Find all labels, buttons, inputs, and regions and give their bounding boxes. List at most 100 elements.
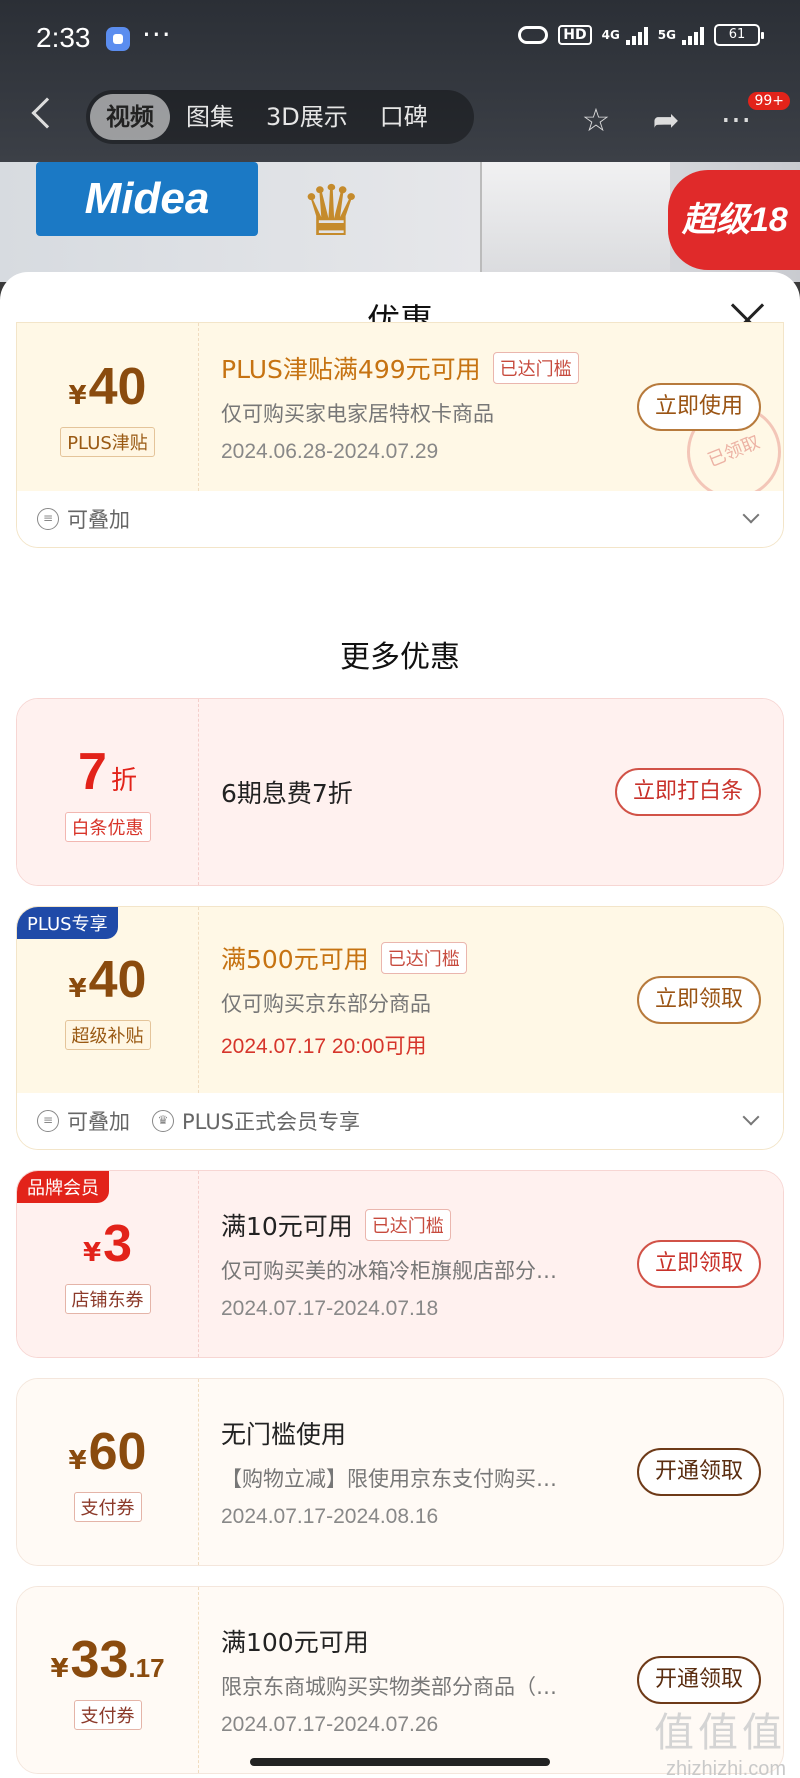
amount-value: 40 xyxy=(88,951,147,1009)
chevron-down-icon[interactable] xyxy=(742,1108,760,1126)
coupon-amount: ¥ 60 xyxy=(69,1422,147,1482)
coupon-sheet: 优惠 ¥ 40 PLUS津贴 PLUS津贴满499元可用 已达门槛 仅可购买家电… xyxy=(0,272,800,1778)
threshold-badge: 已达门槛 xyxy=(492,352,579,384)
currency-symbol: ¥ xyxy=(68,974,87,1004)
fridge-image xyxy=(480,162,670,282)
coupon-title: 无门槛使用 xyxy=(221,1415,783,1451)
coupon-card-payment-60: ¥ 60 支付券 无门槛使用 【购物立减】限使用京东支付购买… 2024.07.… xyxy=(16,1378,784,1566)
hd-icon: HD xyxy=(558,25,592,45)
coupon-title-text: 满100元可用 xyxy=(221,1628,369,1657)
currency-symbol: ¥ xyxy=(68,381,87,411)
coupon-card-plus-exclusive: PLUS专享 ¥ 40 超级补贴 满500元可用 已达门槛 仅可购买京东部分商品… xyxy=(16,906,784,1150)
coupon-desc: 仅可购买家电家居特权卡商品 xyxy=(221,402,494,426)
coupon-amount-area: 7 折 白条优惠 xyxy=(17,699,199,885)
plus-member-text: PLUS正式会员专享 xyxy=(182,1110,361,1134)
media-tabs: 视频 图集 3D展示 口碑 xyxy=(86,90,474,144)
activate-claim-button[interactable]: 开通领取 xyxy=(636,1656,761,1704)
status-time: 2:33 xyxy=(36,22,91,53)
amount-value: 33 xyxy=(70,1631,129,1689)
use-baitiao-button[interactable]: 立即打白条 xyxy=(614,768,761,816)
coupon-main: ¥ 60 支付券 无门槛使用 【购物立减】限使用京东支付购买… 2024.07.… xyxy=(17,1379,783,1565)
coupon-date: 2024.07.17-2024.08.16 xyxy=(221,1505,439,1528)
coupon-title: 满10元可用 已达门槛 xyxy=(221,1207,783,1243)
coupon-type-tag: 支付券 xyxy=(73,1700,142,1730)
signal-icon xyxy=(625,25,648,45)
stackable-text: 可叠加 xyxy=(67,508,130,532)
coupon-date: 2024.07.17 20:00可用 xyxy=(221,1035,427,1058)
coupon-footer[interactable]: ≡ 可叠加 xyxy=(17,491,783,547)
amount-decimal: .17 xyxy=(128,1653,165,1683)
more-offers-title: 更多优惠 xyxy=(340,640,460,675)
coupon-amount: ¥ 40 xyxy=(69,950,147,1010)
stackable-text: 可叠加 xyxy=(67,1110,130,1134)
threshold-badge: 已达门槛 xyxy=(380,942,467,974)
watermark-logo: 值值值 xyxy=(654,1710,786,1756)
activate-claim-button[interactable]: 开通领取 xyxy=(636,1448,761,1496)
watermark-url: zhizhizhi.com xyxy=(665,1758,786,1778)
crown-icon: ♛ xyxy=(300,170,363,252)
coupon-title-text: PLUS津贴满499元可用 xyxy=(221,355,481,384)
currency-symbol: ¥ xyxy=(82,1238,102,1268)
battery-icon: 61 xyxy=(714,24,764,46)
link-icon xyxy=(518,26,549,44)
claim-button[interactable]: 立即领取 xyxy=(636,976,761,1024)
coupon-type-tag: PLUS津贴 xyxy=(60,427,155,457)
coupon-type-tag: 白条优惠 xyxy=(64,812,151,842)
coupon-footer[interactable]: ≡ 可叠加 ♛ PLUS正式会员专享 xyxy=(17,1093,783,1149)
coupon-type-tag: 店铺东券 xyxy=(64,1284,151,1314)
coupon-date: 2024.07.17-2024.07.18 xyxy=(221,1297,439,1320)
coupon-desc: 仅可购买美的冰箱冷柜旗舰店部分… xyxy=(221,1259,557,1283)
coupon-title-text: 满10元可用 xyxy=(221,1212,353,1241)
coupon-desc: 限京东商城购买实物类部分商品（… xyxy=(221,1675,557,1699)
top-header-area: 2:33 ··· HD 4G 5G 61 视频 图集 3D展示 口碑 ☆ ➦ ·… xyxy=(0,0,800,282)
coupon-desc: 【购物立减】限使用京东支付购买… xyxy=(221,1467,557,1491)
claim-button[interactable]: 立即领取 xyxy=(636,1240,761,1288)
tab-gallery[interactable]: 图集 xyxy=(170,94,250,140)
network-type-5g: 5G xyxy=(657,28,676,42)
tab-3d[interactable]: 3D展示 xyxy=(250,94,364,140)
coupon-title: 满500元可用 已达门槛 xyxy=(221,940,783,976)
coupon-amount: ¥ 3 xyxy=(83,1214,132,1274)
site-watermark: 值值值 zhizhizhi.com xyxy=(654,1700,786,1778)
amount-value: 3 xyxy=(103,1215,132,1273)
signal-icon-2 xyxy=(682,25,704,45)
product-nav-bar: 视频 图集 3D展示 口碑 ☆ ➦ ··· 99+ xyxy=(0,86,800,148)
coupon-amount-area: ¥ 33 .17 支付券 xyxy=(17,1587,199,1773)
coupon-main: ¥ 3 店铺东券 满10元可用 已达门槛 仅可购买美的冰箱冷柜旗舰店部分… 20… xyxy=(17,1171,783,1357)
coupon-main: 7 折 白条优惠 6期息费7折 立即打白条 xyxy=(17,699,783,885)
brand-logo: Midea xyxy=(36,162,258,236)
coupon-title: 满100元可用 xyxy=(221,1623,783,1659)
message-badge: 99+ xyxy=(748,92,790,110)
coupon-title-text: 无门槛使用 xyxy=(221,1420,347,1449)
coupon-amount-area: ¥ 60 支付券 xyxy=(17,1379,199,1565)
amount-value: 7 xyxy=(78,743,107,801)
brand-member-tag: 品牌会员 xyxy=(17,1171,109,1203)
threshold-badge: 已达门槛 xyxy=(364,1209,451,1241)
status-right-group: HD 4G 5G 61 xyxy=(518,24,764,46)
coupon-type-tag: 支付券 xyxy=(73,1492,142,1522)
coupon-card-plus-subsidy: ¥ 40 PLUS津贴 PLUS津贴满499元可用 已达门槛 仅可购买家电家居特… xyxy=(16,322,784,548)
tab-reviews[interactable]: 口碑 xyxy=(364,94,444,140)
chevron-down-icon[interactable] xyxy=(742,506,760,524)
discount-suffix: 折 xyxy=(110,766,137,796)
coupon-type-tag: 超级补贴 xyxy=(64,1020,151,1050)
back-icon[interactable] xyxy=(31,97,63,129)
crown-icon: ♛ xyxy=(152,1110,174,1132)
plus-member-label: ♛ PLUS正式会员专享 xyxy=(152,1106,360,1136)
stackable-label: ≡ 可叠加 xyxy=(37,504,130,534)
coupon-amount: ¥ 33 .17 xyxy=(50,1630,164,1690)
coupon-main: ¥ 40 PLUS津贴 PLUS津贴满499元可用 已达门槛 仅可购买家电家居特… xyxy=(17,323,783,514)
coupon-desc: 仅可购买京东部分商品 xyxy=(221,992,431,1016)
stackable-label: ≡ 可叠加 xyxy=(37,1106,130,1136)
currency-symbol: ¥ xyxy=(68,1446,87,1476)
coupon-title-text: 6期息费7折 xyxy=(221,779,353,808)
use-now-button[interactable]: 立即使用 xyxy=(636,383,761,431)
star-icon[interactable]: ☆ xyxy=(574,98,618,142)
amount-value: 60 xyxy=(88,1423,147,1481)
coupon-amount: 7 折 xyxy=(78,742,137,802)
home-indicator[interactable] xyxy=(250,1758,550,1766)
plus-exclusive-tag: PLUS专享 xyxy=(17,907,118,939)
product-hero-image: Midea ♛ 超级18 xyxy=(0,162,800,282)
tab-video[interactable]: 视频 xyxy=(90,94,170,140)
share-icon[interactable]: ➦ xyxy=(644,98,688,142)
